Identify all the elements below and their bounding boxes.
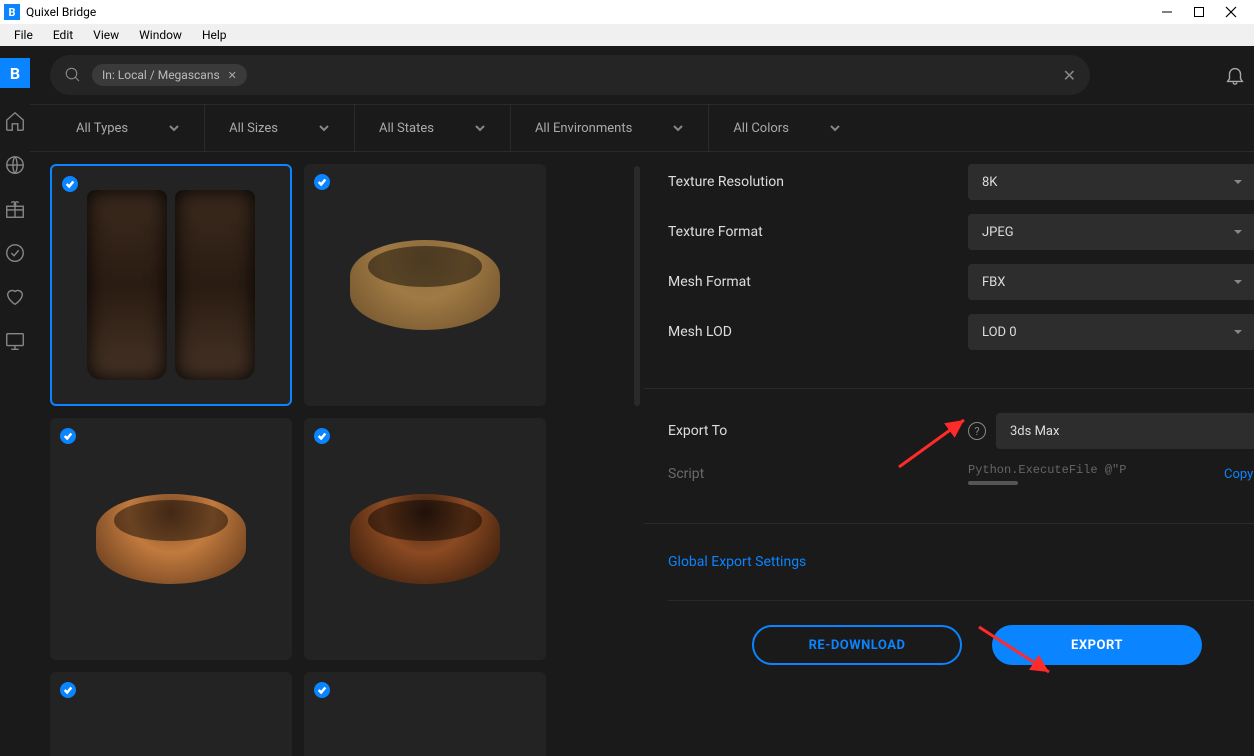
filter-colors[interactable]: All Colors <box>709 105 865 151</box>
scrollbar[interactable] <box>634 166 640 406</box>
menubar: File Edit View Window Help <box>0 24 1254 46</box>
export-to-label: Export To <box>668 423 968 439</box>
downloaded-badge-icon <box>314 428 330 444</box>
window-minimize[interactable] <box>1160 5 1174 19</box>
texture-resolution-label: Texture Resolution <box>668 174 968 190</box>
asset-card[interactable] <box>304 418 546 660</box>
search-chip-label: In: Local / Megascans <box>102 68 220 82</box>
menu-file[interactable]: File <box>4 26 43 44</box>
left-nav: B <box>0 46 30 756</box>
downloaded-badge-icon <box>314 682 330 698</box>
filter-sizes[interactable]: All Sizes <box>205 105 355 151</box>
asset-grid <box>30 152 630 756</box>
mesh-lod-label: Mesh LOD <box>668 324 968 340</box>
divider <box>644 523 1254 524</box>
filter-types[interactable]: All Types <box>52 105 205 151</box>
menu-help[interactable]: Help <box>192 26 237 44</box>
bell-icon[interactable] <box>1224 64 1246 86</box>
export-to-dropdown[interactable]: 3ds Max <box>996 413 1254 449</box>
search-chip[interactable]: In: Local / Megascans ✕ <box>92 64 247 86</box>
asset-card[interactable] <box>50 672 292 756</box>
window-maximize[interactable] <box>1192 5 1206 19</box>
menu-edit[interactable]: Edit <box>43 26 83 44</box>
filter-environments[interactable]: All Environments <box>511 105 709 151</box>
search-icon <box>64 66 82 84</box>
asset-card[interactable] <box>50 418 292 660</box>
filter-states-label: All States <box>379 121 434 136</box>
heart-icon[interactable] <box>4 286 26 308</box>
window-close[interactable] <box>1224 5 1238 19</box>
export-button[interactable]: EXPORT <box>992 625 1202 665</box>
topbar: In: Local / Megascans ✕ ✕ <box>30 46 1254 104</box>
window-title: Quixel Bridge <box>26 5 1160 19</box>
asset-card[interactable] <box>304 672 546 756</box>
downloaded-badge-icon <box>314 174 330 190</box>
downloaded-badge-icon <box>60 428 76 444</box>
mesh-format-label: Mesh Format <box>668 274 968 290</box>
check-circle-icon[interactable] <box>4 242 26 264</box>
window-titlebar: B Quixel Bridge <box>0 0 1254 24</box>
script-label: Script <box>668 466 968 482</box>
detail-panel: Texture Resolution 8K Texture Format JPE… <box>644 152 1254 756</box>
downloaded-badge-icon <box>62 176 78 192</box>
app-icon: B <box>4 4 20 20</box>
asset-thumbnail <box>71 185 271 385</box>
copy-link[interactable]: Copy <box>1224 467 1253 482</box>
divider <box>644 388 1254 389</box>
asset-thumbnail <box>96 494 246 584</box>
help-icon[interactable]: ? <box>968 422 986 440</box>
filter-states[interactable]: All States <box>355 105 511 151</box>
texture-resolution-dropdown[interactable]: 8K <box>968 164 1254 200</box>
texture-format-label: Texture Format <box>668 224 968 240</box>
globe-icon[interactable] <box>4 154 26 176</box>
asset-thumbnail <box>350 494 500 584</box>
filter-types-label: All Types <box>76 121 128 136</box>
asset-thumbnail <box>350 240 500 330</box>
filter-colors-label: All Colors <box>733 121 789 136</box>
redownload-button[interactable]: RE-DOWNLOAD <box>752 625 962 665</box>
downloaded-badge-icon <box>60 682 76 698</box>
script-value: Python.ExecuteFile @"P <box>968 463 1208 485</box>
brand-logo[interactable]: B <box>0 58 30 88</box>
menu-view[interactable]: View <box>83 26 129 44</box>
global-export-settings-link[interactable]: Global Export Settings <box>668 554 1254 570</box>
search-clear-icon[interactable]: ✕ <box>1063 66 1076 85</box>
texture-format-dropdown[interactable]: JPEG <box>968 214 1254 250</box>
filter-row: All Types All Sizes All States All Envir… <box>30 104 1254 152</box>
asset-card[interactable] <box>304 164 546 406</box>
mesh-lod-dropdown[interactable]: LOD 0 <box>968 314 1254 350</box>
monitor-icon[interactable] <box>4 330 26 352</box>
search-bar[interactable]: In: Local / Megascans ✕ ✕ <box>50 55 1090 95</box>
filter-sizes-label: All Sizes <box>229 121 278 136</box>
asset-card[interactable] <box>50 164 292 406</box>
gift-icon[interactable] <box>4 198 26 220</box>
search-input[interactable] <box>257 68 1053 83</box>
menu-window[interactable]: Window <box>129 26 192 44</box>
chip-close-icon[interactable]: ✕ <box>228 69 237 82</box>
home-icon[interactable] <box>4 110 26 132</box>
filter-environments-label: All Environments <box>535 121 632 136</box>
mesh-format-dropdown[interactable]: FBX <box>968 264 1254 300</box>
